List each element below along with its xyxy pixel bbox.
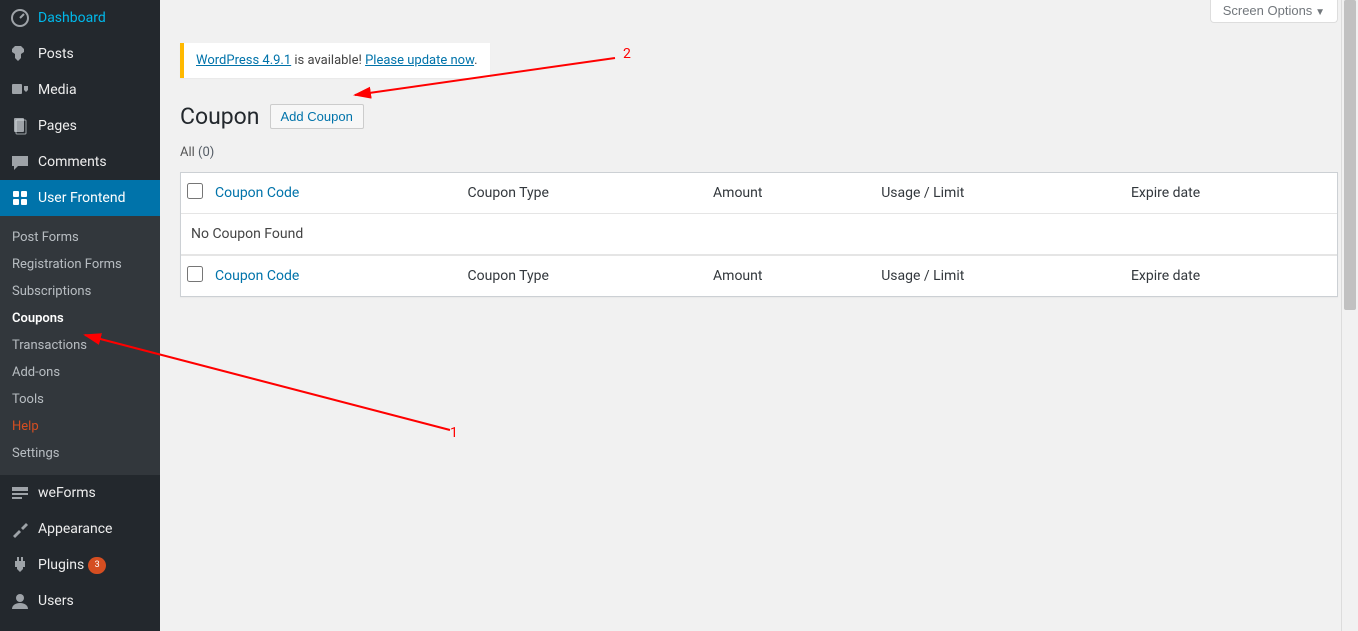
pin-icon [10,44,30,64]
submenu-coupons[interactable]: Coupons [0,305,160,332]
submenu-settings[interactable]: Settings [0,440,160,467]
submenu-help[interactable]: Help [0,413,160,440]
col-expire-date-foot: Expire date [1121,255,1337,296]
submenu-post-forms[interactable]: Post Forms [0,224,160,251]
submenu-tools[interactable]: Tools [0,386,160,413]
sidebar-label: Pages [38,118,77,134]
sidebar-label: Posts [38,46,74,62]
notice-text: is available! [291,53,365,68]
submenu-addons[interactable]: Add-ons [0,359,160,386]
plugin-update-badge: 3 [88,557,106,574]
admin-sidebar: Dashboard Posts Media Pages Comments Use… [0,0,160,631]
col-coupon-code[interactable]: Coupon Code [215,185,299,201]
sidebar-label: Media [38,82,77,98]
wp-version-link[interactable]: WordPress 4.9.1 [196,53,291,68]
col-usage-limit: Usage / Limit [871,173,1121,214]
user-frontend-icon [10,188,30,208]
sidebar-item-pages[interactable]: Pages [0,108,160,144]
sidebar-label: Plugins [38,557,84,573]
submenu-transactions[interactable]: Transactions [0,332,160,359]
annotation-label-1: 1 [450,425,458,441]
sidebar-item-media[interactable]: Media [0,72,160,108]
sidebar-item-dashboard[interactable]: Dashboard [0,0,160,36]
appearance-icon [10,519,30,539]
col-coupon-code-foot[interactable]: Coupon Code [215,268,299,284]
add-coupon-button[interactable]: Add Coupon [270,104,364,129]
sidebar-item-plugins[interactable]: Plugins 3 [0,547,160,583]
col-expire-date: Expire date [1121,173,1337,214]
sidebar-label: weForms [38,485,96,501]
dashboard-icon [10,8,30,28]
screen-options-button[interactable]: Screen Options [1210,0,1338,23]
page-title: Coupon [180,103,260,130]
update-notice: WordPress 4.9.1 is available! Please upd… [180,43,490,78]
pages-icon [10,116,30,136]
sidebar-item-user-frontend[interactable]: User Frontend [0,180,160,216]
media-icon [10,80,30,100]
sidebar-item-users[interactable]: Users [0,583,160,619]
filter-all[interactable]: All [180,145,195,160]
comments-icon [10,152,30,172]
submenu-subscriptions[interactable]: Subscriptions [0,278,160,305]
sidebar-label: Comments [38,154,107,170]
col-coupon-type: Coupon Type [458,173,704,214]
sidebar-label: Appearance [38,521,112,537]
sidebar-item-comments[interactable]: Comments [0,144,160,180]
col-usage-limit-foot: Usage / Limit [871,255,1121,296]
col-amount: Amount [703,173,871,214]
notice-tail: . [474,53,477,68]
coupon-table: Coupon Code Coupon Type Amount Usage / L… [180,172,1338,297]
col-coupon-type-foot: Coupon Type [458,255,704,296]
submenu-user-frontend: Post Forms Registration Forms Subscripti… [0,216,160,475]
scrollbar-thumb[interactable] [1344,0,1356,310]
filter-count: (0) [198,145,214,160]
plugins-icon [10,555,30,575]
sidebar-label: User Frontend [38,190,125,206]
sidebar-item-weforms[interactable]: weForms [0,475,160,511]
submenu-registration-forms[interactable]: Registration Forms [0,251,160,278]
empty-message: No Coupon Found [181,214,1337,255]
sidebar-item-appearance[interactable]: Appearance [0,511,160,547]
update-now-link[interactable]: Please update now [365,53,474,68]
main-content: Screen Options WordPress 4.9.1 is availa… [160,0,1358,317]
scrollbar[interactable] [1341,0,1358,631]
col-amount-foot: Amount [703,255,871,296]
users-icon [10,591,30,611]
sidebar-item-posts[interactable]: Posts [0,36,160,72]
select-all-bottom[interactable] [187,266,203,282]
annotation-label-2: 2 [623,46,631,62]
select-all-top[interactable] [187,183,203,199]
weforms-icon [10,483,30,503]
sidebar-label: Users [38,593,74,609]
filter-subsub: All (0) [180,145,1338,160]
sidebar-label: Dashboard [38,10,106,26]
